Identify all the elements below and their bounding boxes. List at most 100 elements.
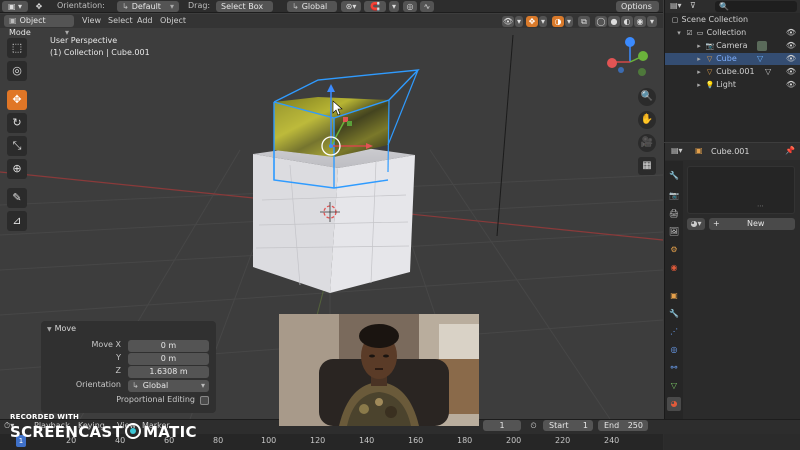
eye-icon[interactable]: 👁: [786, 79, 796, 91]
render-tab-icon[interactable]: 📷: [667, 189, 681, 203]
output-tab-icon[interactable]: 🖨: [667, 207, 681, 221]
xray-icon[interactable]: ⧉: [578, 16, 590, 27]
scale-tool-icon[interactable]: ⤡: [7, 136, 27, 156]
material-slot-list[interactable]: ⋯: [687, 166, 795, 214]
clock-icon[interactable]: ⏲: [527, 420, 540, 431]
expand-arrow-icon[interactable]: ▸: [695, 66, 703, 78]
drag-dropdown[interactable]: Select Box▾: [216, 1, 273, 22]
move-panel-header[interactable]: ▼ Move: [47, 324, 76, 333]
eye-icon[interactable]: 👁: [786, 27, 796, 39]
menu-object[interactable]: Object: [160, 16, 186, 25]
view-layer-tab-icon[interactable]: 🖼: [667, 225, 681, 239]
top-header-bar: ▣ ▾ ✥ Orientation: ↳ Default ▾ Drag: Selec…: [0, 0, 663, 22]
object-tab-icon[interactable]: ▣: [667, 289, 681, 303]
tool-tab-icon[interactable]: 🔧: [667, 169, 681, 183]
pin-icon[interactable]: 📌: [785, 146, 795, 155]
transform-tool-icon[interactable]: ⊕: [7, 159, 27, 179]
menu-add[interactable]: Add: [137, 16, 153, 25]
measure-tool-icon[interactable]: ⊿: [7, 211, 27, 231]
collapse-triangle-icon[interactable]: ▼: [47, 326, 52, 333]
annotate-tool-icon[interactable]: ✎: [7, 188, 27, 208]
eye-icon[interactable]: 👁: [786, 66, 796, 78]
eye-icon[interactable]: 👁: [786, 53, 796, 65]
new-material-button[interactable]: + New: [709, 218, 795, 230]
chevron-down-icon[interactable]: ▾: [515, 16, 523, 27]
filter-icon[interactable]: ⊽: [690, 1, 696, 10]
move-z-field[interactable]: 1.6308 m: [128, 366, 209, 378]
select-box-tool-icon[interactable]: ⬚: [7, 38, 27, 58]
outliner-item-label: Light: [716, 80, 737, 89]
modifier-tab-icon[interactable]: 🔧: [667, 307, 681, 321]
list-resize-handle-icon[interactable]: ⋯: [757, 202, 764, 210]
outliner-item-light[interactable]: ▸ 💡 Light 👁: [665, 79, 800, 91]
rendered-shading-icon[interactable]: ◉: [634, 16, 646, 27]
visibility-icon[interactable]: 👁: [502, 16, 514, 27]
expand-arrow-icon[interactable]: ▸: [695, 79, 703, 91]
data-tab-icon[interactable]: ▽: [667, 379, 681, 393]
physics-tab-icon[interactable]: ◎: [667, 343, 681, 357]
end-label: End: [604, 421, 620, 430]
material-new-row: ◕▾ + New: [687, 218, 795, 230]
end-frame-field[interactable]: End 250: [598, 420, 648, 431]
outliner-item-camera[interactable]: ▸ 📷 Camera 👁: [665, 40, 800, 52]
camera-view-icon[interactable]: 🎥: [638, 134, 656, 152]
orientation-dropdown[interactable]: ↳ Default ▾: [117, 1, 179, 12]
solid-shading-icon[interactable]: ●: [608, 16, 620, 27]
constraints-tab-icon[interactable]: ⚯: [667, 361, 681, 375]
expand-arrow-icon[interactable]: ▸: [695, 53, 703, 65]
move-x-field[interactable]: 0 m: [128, 340, 209, 352]
move-y-field[interactable]: 0 m: [128, 353, 209, 365]
material-shading-icon[interactable]: ◐: [621, 16, 633, 27]
tick-label: 120: [310, 436, 326, 445]
pivot-point-icon[interactable]: ⊛▾: [341, 1, 361, 12]
falloff-curve-icon[interactable]: ∿: [420, 1, 434, 12]
outliner-search-input[interactable]: 🔍: [715, 1, 797, 12]
outliner-editor-icon[interactable]: ▤▾: [670, 1, 682, 10]
transform-gizmo-icon[interactable]: ✥: [32, 1, 46, 12]
editor-type-button[interactable]: ▣ ▾: [2, 1, 28, 12]
outliner-scene-collection[interactable]: ▢ Scene Collection: [665, 14, 800, 26]
snap-toggle-icon[interactable]: 🧲: [364, 1, 386, 12]
move-tool-icon[interactable]: ✥: [7, 90, 27, 110]
start-frame-field[interactable]: Start 1: [543, 420, 593, 431]
move-orientation-value: Global: [142, 381, 169, 390]
snap-dropdown-icon[interactable]: ▾: [389, 1, 399, 12]
watermark-recorded-with: RECORDED WITH: [10, 413, 80, 421]
wireframe-shading-icon[interactable]: ◯: [595, 16, 607, 27]
rotate-tool-icon[interactable]: ↻: [7, 113, 27, 133]
outliner-item-cube[interactable]: ▸ ▽ Cube ▽ 👁: [665, 53, 800, 65]
outliner-item-collection[interactable]: ▾ ☑ ▭ Collection 👁: [665, 27, 800, 39]
expand-arrow-icon[interactable]: ▸: [695, 40, 703, 52]
scene-tab-icon[interactable]: ⚙: [667, 243, 681, 257]
chevron-down-icon[interactable]: ▾: [539, 16, 547, 27]
ortho-grid-icon[interactable]: ▦: [638, 157, 656, 175]
menu-select[interactable]: Select: [108, 16, 133, 25]
pan-hand-icon[interactable]: ✋: [638, 111, 656, 129]
navigation-gizmo[interactable]: [607, 37, 648, 76]
collection-checkbox-icon[interactable]: ☑: [686, 27, 694, 39]
transform-orientation-dropdown[interactable]: ↳Global▾: [287, 1, 337, 22]
move-panel-title: Move: [54, 324, 77, 333]
expand-arrow-icon[interactable]: ▾: [675, 27, 683, 39]
zoom-icon[interactable]: 🔍: [638, 88, 656, 106]
options-dropdown[interactable]: Options▾: [616, 1, 659, 22]
current-frame-field[interactable]: 1: [483, 420, 521, 431]
eye-icon[interactable]: 👁: [786, 40, 796, 52]
particles-tab-icon[interactable]: ⋰: [667, 325, 681, 339]
menu-view[interactable]: View: [82, 16, 101, 25]
move-orientation-dropdown[interactable]: ↳ Global ▾: [128, 380, 209, 392]
proportional-edit-icon[interactable]: ◎: [403, 1, 417, 12]
material-tab-icon[interactable]: ◕: [667, 397, 681, 411]
world-tab-icon[interactable]: ◉: [667, 261, 681, 275]
chevron-down-icon[interactable]: ▾: [647, 16, 657, 27]
mode-dropdown[interactable]: ▣ Object Mode ▾: [4, 15, 74, 37]
cursor-tool-icon[interactable]: ◎: [7, 61, 27, 81]
properties-editor-icon[interactable]: ▤▾: [671, 146, 683, 155]
outliner-item-cube-001[interactable]: ▸ ▽ Cube.001 ▽ 👁: [665, 66, 800, 78]
gizmo-toggle-icon[interactable]: ✥: [526, 16, 538, 27]
move-operator-panel: ▼ Move Move X 0 m Y 0 m Z 1.6308 m Orient…: [41, 321, 216, 413]
overlay-toggle-icon[interactable]: ◑: [552, 16, 564, 27]
proportional-editing-checkbox[interactable]: [200, 396, 209, 405]
material-browse-icon[interactable]: ◕▾: [687, 218, 705, 230]
chevron-down-icon[interactable]: ▾: [565, 16, 573, 27]
